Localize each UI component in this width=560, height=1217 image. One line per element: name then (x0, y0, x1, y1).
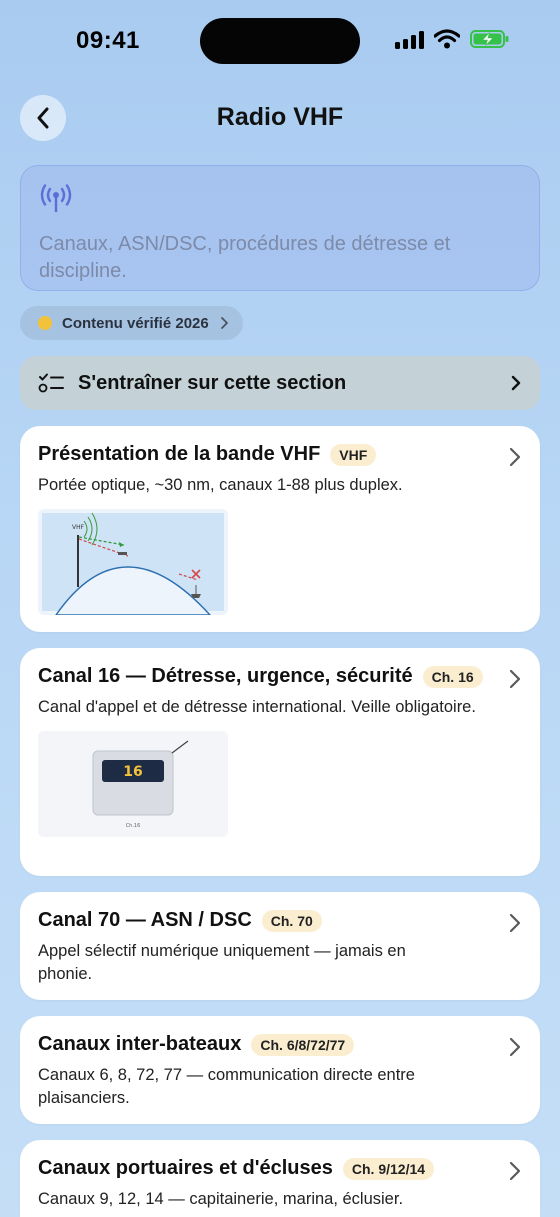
vhf-range-illustration: VHF (38, 509, 228, 615)
vhf-illustration-label: VHF (72, 524, 85, 531)
battery-charging-icon (470, 30, 509, 48)
topic-card-title: Canal 16 — Détresse, urgence, sécurité (38, 665, 413, 687)
topic-card-title: Canaux inter-bateaux (38, 1033, 242, 1055)
status-icons (395, 29, 510, 49)
radio-display-channel: 16 (123, 764, 142, 780)
topic-card-channel-16[interactable]: Canal 16 — Détresse, urgence, sécurité C… (20, 648, 540, 876)
page-title: Radio VHF (216, 103, 344, 131)
topic-card-badge: Ch. 16 (422, 665, 483, 688)
topic-card-inter-ship-channels[interactable]: Canaux inter-bateaux Ch. 6/8/72/77 Canau… (20, 1016, 540, 1124)
status-bar: 09:41 (0, 0, 560, 80)
topic-card-channel-70[interactable]: Canal 70 — ASN / DSC Ch. 70 Appel sélect… (20, 892, 540, 1000)
radio-illustration-caption: Ch.16 (126, 823, 141, 829)
navigation-bar: Radio VHF (0, 95, 560, 141)
chevron-right-icon (509, 669, 521, 689)
cellular-signal-icon (395, 29, 424, 49)
section-intro-card: Canaux, ASN/DSC, procédures de détresse … (20, 165, 540, 291)
radio-channel-16-illustration: 16 Ch.16 (38, 731, 228, 837)
status-time: 09:41 (76, 27, 140, 54)
topic-card-title: Présentation de la bande VHF (38, 443, 321, 465)
topic-card-badge: VHF (330, 443, 377, 466)
chevron-right-icon (509, 1037, 521, 1057)
antenna-radiowaves-icon (40, 184, 72, 213)
practice-section-button[interactable]: S'entraîner sur cette section (20, 356, 540, 410)
chevron-right-icon (509, 1161, 521, 1181)
topic-card-badge: Ch. 9/12/14 (342, 1157, 435, 1180)
chevron-right-icon (220, 317, 228, 329)
chevron-right-icon (511, 375, 521, 391)
dynamic-island (200, 18, 360, 64)
wifi-icon (434, 29, 460, 49)
chevron-right-icon (509, 447, 521, 467)
topic-card-description: Canal d'appel et de détresse internation… (38, 698, 476, 716)
topic-card-description: Canaux 6, 8, 72, 77 — communication dire… (38, 1066, 415, 1107)
verified-status-dot (38, 316, 52, 330)
verified-content-pill[interactable]: Contenu vérifié 2026 (20, 306, 243, 340)
verified-content-label: Contenu vérifié 2026 (62, 314, 209, 332)
topic-card-description: Appel sélectif numérique uniquement — ja… (38, 942, 406, 983)
topic-card-port-lock-channels[interactable]: Canaux portuaires et d'écluses Ch. 9/12/… (20, 1140, 540, 1217)
practice-section-label: S'entraîner sur cette section (78, 371, 347, 394)
topic-card-badge: Ch. 70 (261, 909, 322, 932)
section-intro-text: Canaux, ASN/DSC, procédures de détresse … (39, 233, 451, 282)
checklist-icon (38, 373, 64, 393)
topic-card-title: Canaux portuaires et d'écluses (38, 1157, 333, 1179)
topic-card-description: Canaux 9, 12, 14 — capitainerie, marina,… (38, 1190, 404, 1208)
topic-card-title: Canal 70 — ASN / DSC (38, 909, 252, 931)
chevron-right-icon (509, 913, 521, 933)
topic-card-vhf-band[interactable]: Présentation de la bande VHF VHF Portée … (20, 426, 540, 632)
topic-card-description: Portée optique, ~30 nm, canaux 1-88 plus… (38, 476, 403, 494)
topic-card-badge: Ch. 6/8/72/77 (251, 1033, 355, 1056)
